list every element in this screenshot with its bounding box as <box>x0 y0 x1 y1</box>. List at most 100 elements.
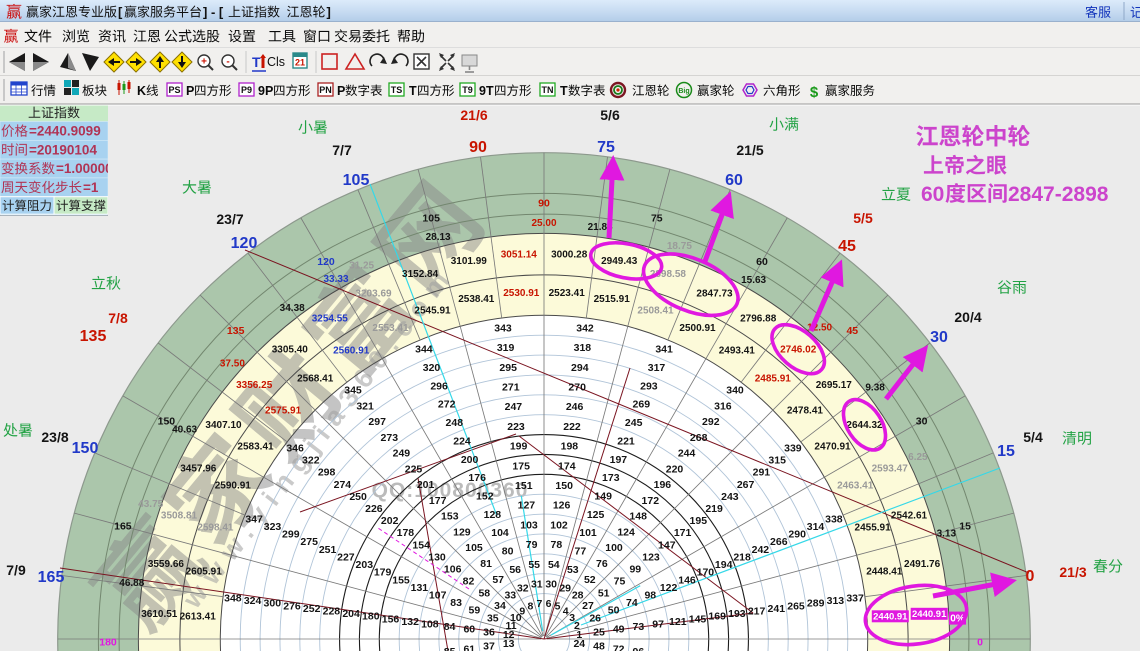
svg-text:75: 75 <box>597 139 615 156</box>
svg-text:84: 84 <box>444 621 456 633</box>
svg-text:201: 201 <box>417 479 435 491</box>
svg-text:54: 54 <box>548 559 560 571</box>
svg-text:265: 265 <box>787 600 805 612</box>
svg-text:0: 0 <box>977 637 983 649</box>
svg-text:15: 15 <box>959 521 971 533</box>
svg-text:18.75: 18.75 <box>667 241 692 252</box>
svg-text:294: 294 <box>571 362 589 374</box>
svg-text:194: 194 <box>715 559 733 571</box>
svg-text:127: 127 <box>518 500 536 512</box>
svg-text:75: 75 <box>651 212 663 224</box>
svg-text:90: 90 <box>538 198 550 210</box>
svg-text:147: 147 <box>658 539 676 551</box>
svg-text:61: 61 <box>463 643 475 651</box>
svg-text:2515.91: 2515.91 <box>594 294 631 305</box>
svg-text:2545.91: 2545.91 <box>414 306 451 317</box>
svg-text:+: + <box>201 57 207 68</box>
svg-text:179: 179 <box>374 567 392 579</box>
svg-text:171: 171 <box>674 527 692 539</box>
svg-text:197: 197 <box>610 454 628 466</box>
svg-text:31.25: 31.25 <box>349 260 374 271</box>
svg-text:275: 275 <box>300 536 318 548</box>
svg-text:2590.91: 2590.91 <box>215 481 252 492</box>
svg-text:128: 128 <box>484 509 502 521</box>
svg-text:30: 30 <box>930 329 948 346</box>
svg-text:225: 225 <box>405 463 423 475</box>
svg-text:276: 276 <box>283 600 301 612</box>
svg-text:343: 343 <box>494 322 512 334</box>
svg-text:2440.91: 2440.91 <box>873 612 908 623</box>
svg-text:23/8: 23/8 <box>41 429 68 445</box>
svg-text:289: 289 <box>807 598 825 610</box>
svg-text:146: 146 <box>678 574 696 586</box>
svg-text:] - [: ] - [ <box>203 5 224 20</box>
svg-text:50: 50 <box>608 605 620 617</box>
svg-text:=1: =1 <box>83 180 99 195</box>
svg-text:75: 75 <box>614 576 626 588</box>
svg-text:28: 28 <box>572 590 584 602</box>
svg-text:2847.73: 2847.73 <box>696 289 733 300</box>
svg-text:123: 123 <box>642 551 660 563</box>
svg-text:33.33: 33.33 <box>323 274 348 285</box>
svg-text:195: 195 <box>690 515 708 527</box>
svg-text:3152.84: 3152.84 <box>402 269 439 280</box>
svg-text:223: 223 <box>507 421 525 433</box>
svg-text:226: 226 <box>365 503 383 515</box>
svg-text:153: 153 <box>441 511 459 523</box>
svg-text:85: 85 <box>444 646 456 651</box>
svg-text:7/8: 7/8 <box>108 310 128 326</box>
svg-text:203: 203 <box>356 559 374 571</box>
svg-text:196: 196 <box>654 479 672 491</box>
svg-text:=20190104: =20190104 <box>29 142 97 157</box>
svg-text:150: 150 <box>158 416 176 428</box>
svg-text:25.00: 25.00 <box>531 218 556 229</box>
svg-text:125: 125 <box>587 509 605 521</box>
svg-text:247: 247 <box>505 401 523 413</box>
svg-text:Big: Big <box>678 88 689 95</box>
svg-text:317: 317 <box>648 362 666 374</box>
svg-text:251: 251 <box>319 544 337 556</box>
svg-text:180: 180 <box>99 637 117 649</box>
svg-text:T: T <box>409 84 417 98</box>
svg-text:155: 155 <box>392 574 410 586</box>
svg-text:103: 103 <box>520 519 538 531</box>
svg-text:2560.91: 2560.91 <box>333 346 370 357</box>
svg-text:290: 290 <box>788 529 806 541</box>
svg-text:316: 316 <box>714 400 732 412</box>
svg-text:204: 204 <box>342 608 360 620</box>
svg-text:K: K <box>137 84 146 98</box>
svg-text:21/6: 21/6 <box>460 107 487 123</box>
svg-text:177: 177 <box>429 495 447 507</box>
svg-text:8: 8 <box>527 601 533 613</box>
svg-text:200: 200 <box>461 454 479 466</box>
svg-text:150: 150 <box>555 480 573 492</box>
svg-text:347: 347 <box>245 513 263 525</box>
svg-text:291: 291 <box>753 467 771 479</box>
svg-text:43.75: 43.75 <box>138 499 163 510</box>
svg-text:2508.41: 2508.41 <box>637 306 674 317</box>
svg-text:337: 337 <box>846 593 864 605</box>
svg-text:7: 7 <box>536 598 542 610</box>
svg-text:26: 26 <box>589 612 601 624</box>
svg-text:242: 242 <box>752 544 770 556</box>
svg-text:296: 296 <box>430 380 448 392</box>
svg-text:175: 175 <box>512 460 530 472</box>
svg-text:2455.91: 2455.91 <box>855 523 892 534</box>
svg-text:40.63: 40.63 <box>172 425 197 436</box>
svg-text:60: 60 <box>756 256 768 268</box>
svg-text:[: [ <box>118 5 123 20</box>
svg-text:150: 150 <box>72 440 99 457</box>
svg-text:120: 120 <box>231 235 258 252</box>
svg-text:199: 199 <box>510 441 528 453</box>
svg-text:$: $ <box>810 84 819 101</box>
svg-text:2500.91: 2500.91 <box>679 323 716 334</box>
svg-text:60: 60 <box>725 172 743 189</box>
svg-text:248: 248 <box>446 417 464 429</box>
svg-text:267: 267 <box>737 479 755 491</box>
svg-text:3407.10: 3407.10 <box>205 420 242 431</box>
svg-text:23/7: 23/7 <box>216 211 243 227</box>
svg-text:29: 29 <box>559 582 571 594</box>
svg-text:2553.41: 2553.41 <box>372 323 409 334</box>
svg-text:176: 176 <box>468 472 486 484</box>
svg-text:132: 132 <box>401 616 419 628</box>
